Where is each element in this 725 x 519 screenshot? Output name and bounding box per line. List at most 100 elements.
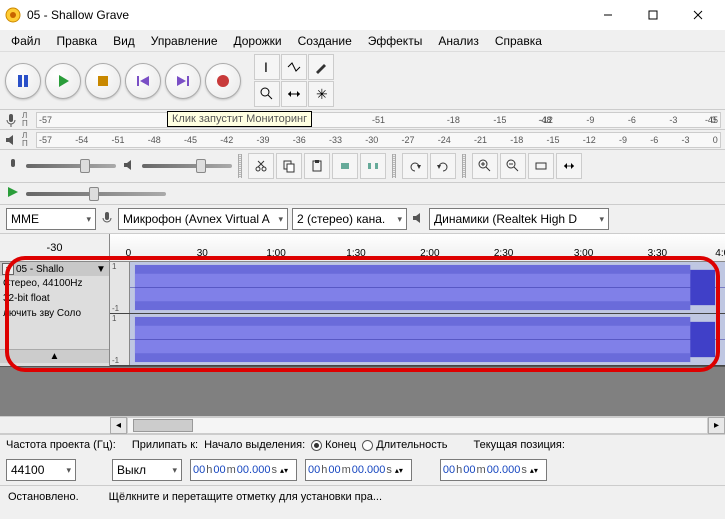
status-bar: Остановлено. Щёлкните и перетащите отмет… — [0, 485, 725, 507]
track-area: × 05 - Shallo ▼ Стерео, 44100Hz 32-bit f… — [0, 262, 725, 366]
skip-end-button[interactable] — [165, 63, 201, 99]
playback-speed-slider[interactable] — [26, 192, 166, 196]
timeline-mark: 30 — [197, 248, 208, 259]
timeline-mark: 3:30 — [648, 248, 667, 259]
track-name: 05 - Shallo — [16, 264, 93, 275]
track-menu-button[interactable]: ▼ — [95, 264, 107, 275]
recording-device-combo[interactable]: Микрофон (Avnex Virtual A▾ — [118, 208, 288, 230]
multi-tool[interactable]: ✳ — [308, 81, 334, 107]
scrollbar-thumb[interactable] — [133, 419, 193, 432]
silence-button[interactable] — [360, 153, 386, 179]
play-at-speed-button[interactable] — [6, 185, 20, 202]
waveform-display[interactable]: 1-1 1-1 — [110, 262, 725, 366]
timeline-mark: 0 — [126, 248, 132, 259]
stop-button[interactable] — [85, 63, 121, 99]
track-collapse-button[interactable]: ▲ — [0, 349, 109, 363]
menu-generate[interactable]: Создание — [292, 32, 358, 50]
draw-tool[interactable] — [308, 54, 334, 80]
window-titlebar: 05 - Shallow Grave — [0, 0, 725, 30]
svg-text:✳: ✳ — [316, 87, 328, 101]
playback-meter-scale[interactable]: -57-54-51-48-45-42-39-36-33-30-27-24-21-… — [36, 132, 721, 148]
track-format-1: Стерео, 44100Hz — [0, 276, 109, 291]
timeline-mark: 4:00 — [715, 248, 725, 259]
meter-right-label: П — [22, 120, 36, 128]
mixer-edit-toolbar — [0, 150, 725, 183]
pause-button[interactable] — [5, 63, 41, 99]
selection-start-time[interactable]: 00h00m00.000s▴▾ — [190, 459, 297, 481]
recording-channels-combo[interactable]: 2 (стерео) кана.▾ — [292, 208, 407, 230]
paste-button[interactable] — [304, 153, 330, 179]
menu-effects[interactable]: Эффекты — [362, 32, 429, 50]
audio-host-combo[interactable]: MME▾ — [6, 208, 96, 230]
menu-tracks[interactable]: Дорожки — [228, 32, 288, 50]
timeline-mark: 2:30 — [494, 248, 513, 259]
app-icon — [5, 7, 21, 23]
menu-file[interactable]: Файл — [5, 32, 47, 50]
mic-icon — [4, 113, 22, 127]
transport-toolbar: I ✳ — [0, 52, 725, 110]
playback-device-combo[interactable]: Динамики (Realtek High D▾ — [429, 208, 609, 230]
maximize-button[interactable] — [630, 0, 675, 30]
device-toolbar: MME▾ Микрофон (Avnex Virtual A▾ 2 (стере… — [0, 205, 725, 234]
minimize-button[interactable] — [585, 0, 630, 30]
audio-position-time[interactable]: 00h00m00.000s▴▾ — [440, 459, 547, 481]
copy-button[interactable] — [276, 153, 302, 179]
horizontal-scrollbar[interactable]: ◂ ▸ — [0, 416, 725, 434]
timeline-mark: 2:00 — [420, 248, 439, 259]
menu-bar: Файл Правка Вид Управление Дорожки Созда… — [0, 30, 725, 52]
envelope-tool[interactable] — [281, 54, 307, 80]
redo-button[interactable] — [430, 153, 456, 179]
playback-meter: ЛП -57-54-51-48-45-42-39-36-33-30-27-24-… — [0, 130, 725, 150]
selection-end-time[interactable]: 00h00m00.000s▴▾ — [305, 459, 412, 481]
speaker-icon — [411, 211, 425, 228]
zoom-out-button[interactable] — [500, 153, 526, 179]
play-button[interactable] — [45, 63, 81, 99]
status-hint: Щёлкните и перетащите отметку для устано… — [109, 491, 382, 503]
menu-analyze[interactable]: Анализ — [432, 32, 485, 50]
menu-help[interactable]: Справка — [489, 32, 548, 50]
recording-meter-scale[interactable]: -57-54-51-48-45 Клик запустит Мониторинг… — [36, 112, 721, 128]
project-rate-combo[interactable]: 44100▾ — [6, 459, 76, 481]
track-close-button[interactable]: × — [2, 263, 14, 275]
scroll-left-button[interactable]: ◂ — [110, 417, 127, 434]
fit-project-button[interactable] — [556, 153, 582, 179]
track-control-panel: × 05 - Shallo ▼ Стерео, 44100Hz 32-bit f… — [0, 262, 110, 366]
selection-end-radio[interactable]: Конец — [311, 439, 356, 451]
selection-length-radio[interactable]: Длительность — [362, 439, 447, 451]
audio-position-label: Текущая позиция: — [473, 439, 564, 451]
record-button[interactable] — [205, 63, 241, 99]
timeline-left: -30 — [0, 234, 110, 261]
timeshift-tool[interactable] — [281, 81, 307, 107]
speaker-icon — [4, 133, 22, 147]
meter-tooltip: Клик запустит Мониторинг — [167, 111, 312, 127]
playback-volume-slider[interactable] — [142, 164, 232, 168]
fit-selection-button[interactable] — [528, 153, 554, 179]
timeline-ruler[interactable]: -30 0301:001:302:002:303:003:304:00 — [0, 234, 725, 262]
empty-track-space — [0, 366, 725, 416]
scroll-right-button[interactable]: ▸ — [708, 417, 725, 434]
zoom-tool[interactable] — [254, 81, 280, 107]
window-title: 05 - Shallow Grave — [27, 8, 585, 22]
mic-icon — [100, 211, 114, 228]
menu-edit[interactable]: Правка — [51, 32, 104, 50]
snap-label: Прилипать к: — [132, 439, 198, 451]
snap-to-combo[interactable]: Выкл▾ — [112, 459, 182, 481]
zoom-in-button[interactable] — [472, 153, 498, 179]
recording-meter: ЛП -57-54-51-48-45 Клик запустит Монитор… — [0, 110, 725, 130]
close-button[interactable] — [675, 0, 720, 30]
project-rate-label: Частота проекта (Гц): — [6, 439, 116, 451]
skip-start-button[interactable] — [125, 63, 161, 99]
recording-volume-slider[interactable] — [26, 164, 116, 168]
menu-view[interactable]: Вид — [107, 32, 141, 50]
selection-start-label: Начало выделения: — [204, 439, 305, 451]
selection-toolbar: Частота проекта (Гц): Прилипать к: Начал… — [0, 434, 725, 485]
selection-tool[interactable]: I — [254, 54, 280, 80]
timeline-mark: 1:30 — [346, 248, 365, 259]
track-mute-solo[interactable]: лючить зву Соло — [0, 306, 109, 321]
menu-transport[interactable]: Управление — [145, 32, 224, 50]
cut-button[interactable] — [248, 153, 274, 179]
trim-button[interactable] — [332, 153, 358, 179]
undo-button[interactable] — [402, 153, 428, 179]
timeline-mark: 1:00 — [266, 248, 285, 259]
play-at-speed-toolbar — [0, 183, 725, 205]
